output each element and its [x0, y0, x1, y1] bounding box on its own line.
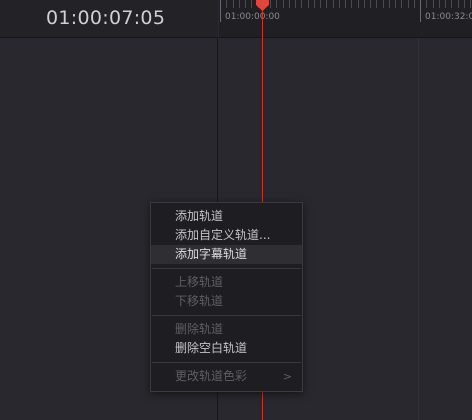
timecode-panel: 01:00:07:05	[0, 0, 218, 38]
ruler-tick	[457, 0, 459, 8]
menu-item-change-track-color[interactable]: 更改轨道色彩 >	[151, 367, 302, 386]
ruler-tick	[307, 0, 309, 8]
ruler-tick	[445, 0, 446, 8]
ruler-tick	[382, 0, 384, 8]
ruler-tick	[432, 0, 434, 8]
chevron-right-icon: >	[282, 370, 292, 383]
ruler-tick	[395, 0, 396, 8]
ruler-tick	[451, 0, 453, 8]
ruler-tick	[251, 0, 253, 8]
ruler-tick	[470, 0, 471, 8]
menu-item-move-track-up[interactable]: 上移轨道	[151, 273, 302, 292]
ruler-tick	[282, 0, 284, 8]
ruler-tick	[320, 0, 321, 8]
ruler-tick	[438, 0, 440, 8]
ruler-tick	[426, 0, 428, 8]
ruler-tick	[363, 0, 365, 8]
ruler-tick	[276, 0, 278, 8]
menu-item-change-track-color-label: 更改轨道色彩	[175, 369, 248, 383]
ruler-tick	[357, 0, 359, 8]
menu-separator	[152, 268, 301, 269]
ruler-tick	[301, 0, 303, 8]
menu-item-add-subtitle-track[interactable]: 添加字幕轨道	[151, 245, 302, 264]
menu-separator	[152, 362, 301, 363]
ruler-tick	[245, 0, 246, 8]
ruler-tick	[332, 0, 334, 8]
ruler-tick	[407, 0, 409, 8]
ruler-tick	[232, 0, 234, 8]
ruler-tick	[413, 0, 415, 8]
menu-item-delete-empty-tracks[interactable]: 删除空白轨道	[151, 339, 302, 358]
timecode-display[interactable]: 01:00:07:05	[46, 7, 165, 29]
menu-item-move-track-down[interactable]: 下移轨道	[151, 292, 302, 311]
ruler-tick	[401, 0, 403, 8]
ruler-tick	[370, 0, 371, 8]
ruler-tick	[376, 0, 378, 8]
timeline-divider	[418, 38, 419, 420]
menu-item-delete-track[interactable]: 删除轨道	[151, 320, 302, 339]
ruler-tick	[220, 0, 221, 22]
ruler-label-end: 01:00:32:00	[425, 12, 472, 22]
ruler-tick	[288, 0, 290, 8]
ruler-tick	[295, 0, 296, 8]
ruler-tick	[388, 0, 390, 8]
ruler-tick	[326, 0, 328, 8]
ruler-label-start: 01:00:00:00	[225, 12, 280, 22]
ruler-tick	[345, 0, 346, 8]
track-context-menu: 添加轨道 添加自定义轨道... 添加字幕轨道 上移轨道 下移轨道 删除轨道 删除…	[150, 202, 303, 392]
menu-separator	[152, 315, 301, 316]
ruler-tick	[338, 0, 340, 8]
ruler-tick	[226, 0, 228, 8]
ruler-tick	[351, 0, 353, 8]
ruler-tick	[463, 0, 465, 8]
ruler-tick	[238, 0, 240, 8]
menu-item-add-custom-track[interactable]: 添加自定义轨道...	[151, 226, 302, 245]
ruler-tick	[420, 0, 421, 22]
ruler-tick	[313, 0, 315, 8]
playhead-marker-icon[interactable]	[255, 0, 270, 11]
menu-item-add-track[interactable]: 添加轨道	[151, 207, 302, 226]
ruler-tick	[270, 0, 271, 8]
